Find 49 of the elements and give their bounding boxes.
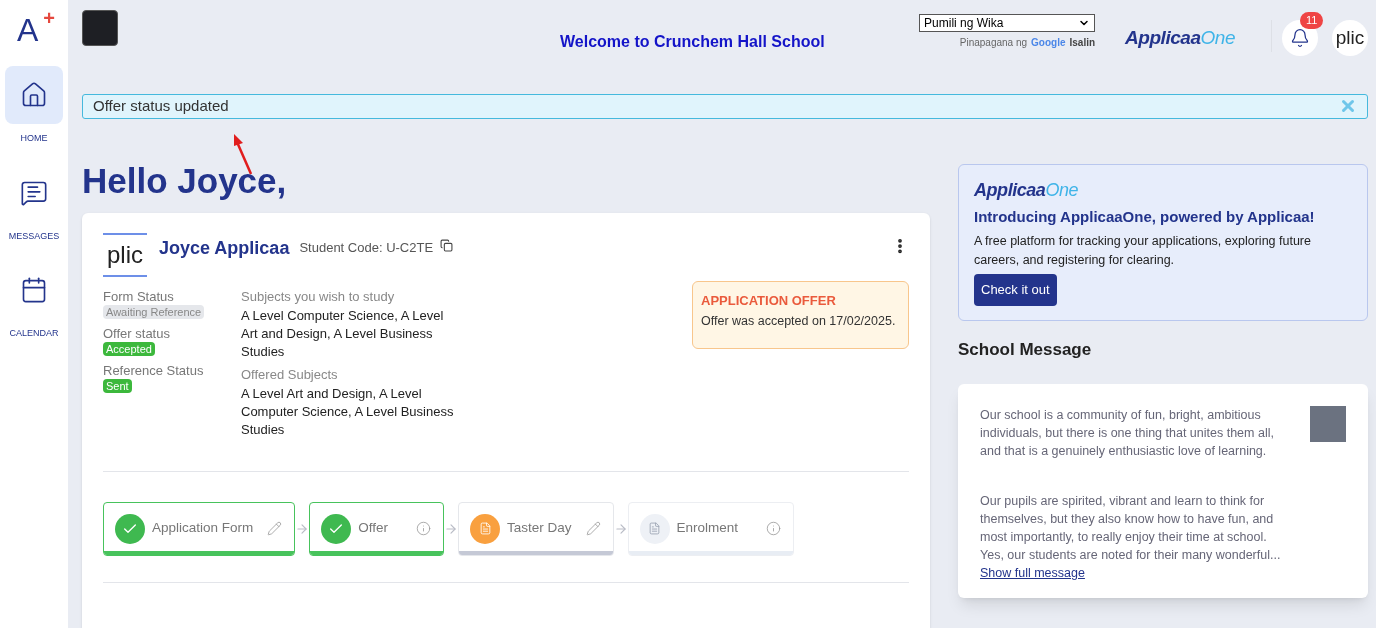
calendar-icon: [20, 276, 48, 304]
status-label: Form Status: [103, 288, 174, 305]
alert-message: Offer status updated: [93, 96, 229, 116]
greeting-heading: Hello Joyce,: [82, 162, 288, 198]
language-select[interactable]: Pumili ng Wika: [919, 14, 1096, 32]
show-full-message-link[interactable]: Show full message: [980, 566, 1085, 580]
subjects-list: A Level Computer Science, A Level Art and Design, A Level Business Studies: [241, 306, 459, 361]
check-it-out-button[interactable]: Check it out: [974, 274, 1057, 306]
arrow-icon: [444, 521, 459, 536]
applicaaone-logo: ApplicaaOne: [1125, 27, 1235, 48]
arrow-icon: [613, 521, 628, 536]
offer-notice-text: Offer was accepted on 17/02/2025.: [701, 313, 897, 330]
document-icon: [648, 522, 662, 535]
photo-placeholder: [1310, 406, 1346, 442]
student-code: Student Code: U-C2TE: [299, 238, 434, 257]
applicaaone-logo: ApplicaaOne: [974, 179, 1079, 200]
subjects-list: A Level Art and Design, A Level Computer Science, A Level Business Studies: [241, 384, 459, 439]
google-logo: Google: [1031, 36, 1066, 50]
promo-title: Introducing ApplicaaOne, powered by Applicaa!: [974, 206, 1316, 227]
status-badge: Accepted: [103, 341, 155, 356]
subjects-label: Subjects you wish to study: [241, 288, 396, 305]
progress-step[interactable]: Offer: [309, 501, 445, 556]
offer-notice-title: APPLICATION OFFER: [701, 291, 837, 310]
document-icon: [478, 522, 492, 535]
notification-count: 11: [1300, 12, 1324, 29]
progress-step[interactable]: Taster Day: [458, 501, 614, 556]
message-paragraph: Our pupils are spirited, vibrant and learn to think for themselves, but they also know how to have fun, and most importantly, to really enjoy their time at school. Yes, our students are noted for their many wonderful... Show full message: [980, 493, 1282, 582]
status-badge: Sent: [103, 378, 132, 393]
message-paragraph: Our school is a community of fun, bright, ambitious individuals, but there is one thing that unites them all, and that is a genuinely enthusiastic love of learning.: [980, 407, 1275, 460]
school-message-heading: School Message: [958, 338, 1093, 361]
school-crest: [82, 10, 118, 46]
promo-text: A free platform for tracking your applications, exploring future careers, and registering for clearing.: [974, 233, 1312, 269]
home-icon: [20, 81, 48, 109]
sidebar-nav-item[interactable]: MESSAGES: [4, 163, 64, 243]
progress-step[interactable]: Application Form: [103, 501, 296, 556]
status-label: Reference Status: [103, 362, 204, 379]
sidebar-nav-item[interactable]: CALENDAR: [4, 261, 64, 341]
translate-credit: Pinapagana ng: [959, 36, 1028, 50]
translate-link[interactable]: Isalin: [1069, 35, 1096, 50]
subjects-label: Offered Subjects: [241, 366, 339, 383]
progress-step[interactable]: Enrolment: [627, 501, 795, 556]
bell-icon: [1290, 28, 1310, 48]
arrow-icon: [295, 521, 310, 536]
copy-icon[interactable]: [440, 238, 454, 252]
status-badge: Awaiting Reference: [103, 304, 205, 319]
welcome-title: Welcome to Crunchem Hall School: [560, 32, 825, 52]
status-label: Offer status: [103, 325, 170, 342]
student-name: Joyce Applicaa: [159, 236, 290, 260]
user-avatar[interactable]: plic: [1332, 20, 1368, 56]
